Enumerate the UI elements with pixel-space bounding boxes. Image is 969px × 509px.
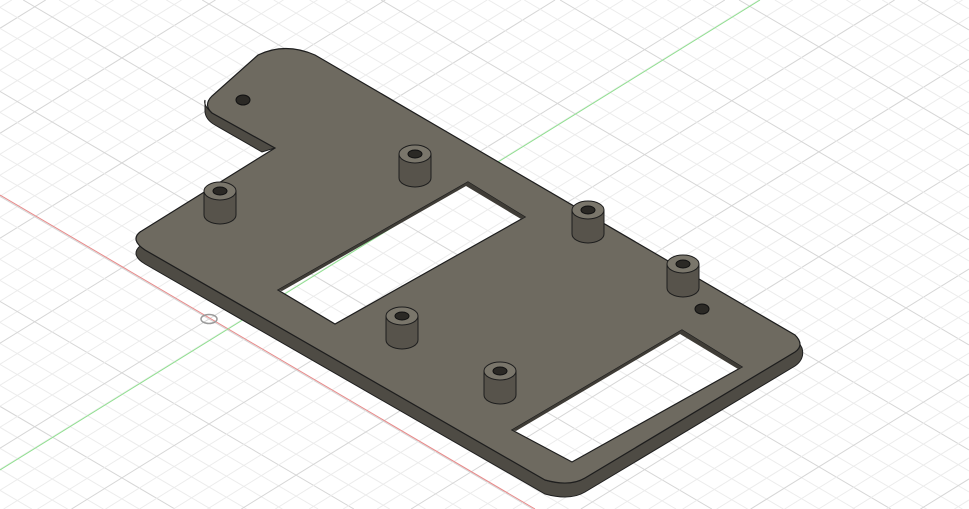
standoff[interactable] — [385, 306, 419, 350]
standoff-hole — [212, 186, 228, 196]
standoff[interactable] — [666, 254, 700, 298]
grid-line — [750, 373, 969, 509]
grid-line — [852, 436, 969, 509]
grid-line — [0, 0, 148, 92]
standoff[interactable] — [398, 144, 432, 188]
standoff[interactable] — [571, 200, 605, 244]
grid-line — [3, 0, 827, 509]
grid-line — [738, 0, 969, 136]
grid-line — [774, 0, 969, 115]
grid-line — [631, 0, 969, 199]
grid-line — [0, 363, 247, 509]
grid-line — [702, 0, 969, 157]
grid-line — [0, 489, 33, 509]
grid-line — [818, 415, 969, 509]
mount-hole — [235, 94, 251, 106]
standoff-hole — [675, 259, 691, 269]
grid-line — [784, 394, 969, 509]
grid-line — [0, 0, 250, 155]
grid-line — [846, 0, 969, 73]
standoff-hole — [407, 149, 423, 159]
standoff-hole — [394, 311, 410, 321]
standoff-hole — [492, 366, 508, 376]
grid-line — [954, 499, 969, 509]
mount-hole — [694, 303, 710, 315]
grid-line — [595, 0, 969, 220]
standoff[interactable] — [203, 181, 237, 225]
grid-line — [0, 0, 46, 29]
standoff[interactable] — [483, 361, 517, 405]
standoff-hole — [580, 205, 596, 215]
cad-viewport[interactable] — [0, 0, 969, 509]
grid-line — [0, 0, 216, 134]
grid-line — [886, 457, 969, 509]
grid-line — [0, 0, 80, 50]
grid-line — [0, 0, 13, 8]
3d-scene[interactable] — [0, 0, 969, 509]
